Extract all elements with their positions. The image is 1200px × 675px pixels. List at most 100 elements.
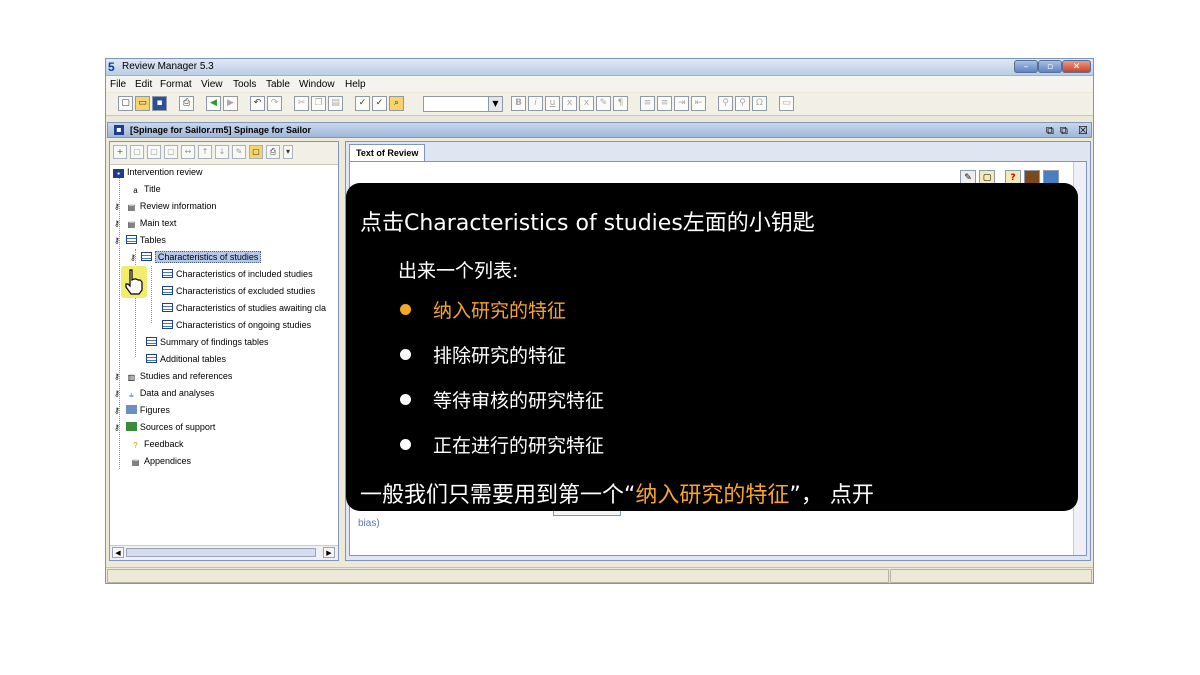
properties-icon[interactable]: ▢ xyxy=(147,145,161,159)
key-icon[interactable]: ⚷ xyxy=(130,253,136,262)
tree-item-additional-tables[interactable]: Additional tables xyxy=(146,353,226,365)
table-icon xyxy=(162,320,173,329)
tree-item-figures[interactable]: ⚷ Figures xyxy=(114,404,170,416)
key-icon[interactable]: ⚷ xyxy=(114,372,120,381)
document-icon: ▤ xyxy=(127,203,136,212)
forward-arrow-icon[interactable]: ▶ xyxy=(223,96,238,111)
document-title-bar: ▪ [Spinage for Sailor.rm5] Spinage for S… xyxy=(107,122,1092,138)
move-down-icon[interactable]: ↓ xyxy=(215,145,229,159)
table-icon xyxy=(162,303,173,312)
tree-item-sources-support[interactable]: ⚷ Sources of support xyxy=(114,421,215,433)
menu-file[interactable]: File xyxy=(110,79,126,90)
tree-item-appendices[interactable]: ▤ Appendices xyxy=(130,455,191,467)
window-title: Review Manager 5.3 xyxy=(122,61,214,72)
indent-icon[interactable]: ⇥ xyxy=(674,96,689,111)
tree-item-characteristics-of-studies[interactable]: ⚷ Characteristics of studies xyxy=(130,251,262,263)
italic-icon[interactable]: i xyxy=(528,96,543,111)
delete-section-icon[interactable]: ▢ xyxy=(130,145,144,159)
tree-item-data-analyses[interactable]: ⚷ ⫨ Data and analyses xyxy=(114,387,214,399)
add-section-icon[interactable]: + xyxy=(113,145,127,159)
print-icon[interactable]: ⎙ xyxy=(179,96,194,111)
tree-item-title[interactable]: a Title xyxy=(130,183,160,195)
horizontal-scrollbar[interactable]: ◀ ▶ xyxy=(110,545,338,560)
omega-icon[interactable]: Ω xyxy=(752,96,767,111)
float-icon[interactable]: ⧉ xyxy=(1060,124,1068,138)
menu-window[interactable]: Window xyxy=(299,79,335,90)
open-folder-icon[interactable]: ▭ xyxy=(135,96,150,111)
tree-item-tables[interactable]: ⚷ Tables xyxy=(114,234,166,246)
scroll-left-icon[interactable]: ◀ xyxy=(112,547,124,558)
bullet-icon xyxy=(400,349,411,360)
redo-icon[interactable]: ↷ xyxy=(267,96,282,111)
status-segment-main xyxy=(107,569,889,583)
tree-item-summary-findings[interactable]: Summary of findings tables xyxy=(146,336,269,348)
back-arrow-icon[interactable]: ◀ xyxy=(206,96,221,111)
undo-icon[interactable]: ↶ xyxy=(250,96,265,111)
pencil-icon[interactable]: ✎ xyxy=(232,145,246,159)
doc-close-icon[interactable]: ☒ xyxy=(1078,124,1088,137)
tree-item-studies-references[interactable]: ⚷ ▥ Studies and references xyxy=(114,370,232,382)
scroll-thumb[interactable] xyxy=(126,548,316,557)
print-outline-icon[interactable]: ⎙ xyxy=(266,145,280,159)
menu-view[interactable]: View xyxy=(201,79,223,90)
bullet-icon xyxy=(400,394,411,405)
style-combo[interactable]: ▼ xyxy=(423,96,503,112)
spellcheck-all-icon[interactable]: ✓ xyxy=(372,96,387,111)
rename-icon[interactable]: ↔ xyxy=(181,145,195,159)
bold-icon[interactable]: B xyxy=(511,96,526,111)
tree-item-included-studies[interactable]: Characteristics of included studies xyxy=(162,268,313,280)
key-icon[interactable]: ⚷ xyxy=(114,236,120,245)
menu-bar: File Edit Format View Tools Table Window… xyxy=(106,76,1093,92)
key-icon[interactable]: ⚷ xyxy=(114,219,120,228)
save-icon[interactable]: ▪ xyxy=(152,96,167,111)
chevron-down-icon[interactable]: ▼ xyxy=(488,97,502,111)
spellcheck-icon[interactable]: ✓ xyxy=(355,96,370,111)
panel-icon[interactable]: ▭ xyxy=(779,96,794,111)
menu-table[interactable]: Table xyxy=(266,79,290,90)
tree-item-ongoing-studies[interactable]: Characteristics of ongoing studies xyxy=(162,319,311,331)
underline-icon[interactable]: u xyxy=(545,96,560,111)
tree-item-review-information[interactable]: ⚷ ▤ Review information xyxy=(114,200,216,212)
move-up-icon[interactable]: ↑ xyxy=(198,145,212,159)
numbered-list-icon[interactable]: ≡ xyxy=(657,96,672,111)
tree-item-main-text[interactable]: ⚷ ▤ Main text xyxy=(114,217,176,229)
tree-item-root[interactable]: ▪ Intervention review xyxy=(113,166,203,178)
paste-icon[interactable]: ▤ xyxy=(328,96,343,111)
find-icon[interactable]: ⌕ xyxy=(389,96,404,111)
key-icon[interactable]: ⚷ xyxy=(114,202,120,211)
chevron-down-icon[interactable]: ▾ xyxy=(283,145,293,159)
scroll-right-icon[interactable]: ▶ xyxy=(323,547,335,558)
special-format-icon[interactable]: ¶ xyxy=(613,96,628,111)
new-file-icon[interactable]: ▢ xyxy=(118,96,133,111)
tree-item-awaiting-studies[interactable]: Characteristics of studies awaiting cla xyxy=(162,302,326,314)
copy-icon[interactable]: ❐ xyxy=(311,96,326,111)
outdent-icon[interactable]: ⇤ xyxy=(691,96,706,111)
cut-icon[interactable]: ✂ xyxy=(294,96,309,111)
close-button[interactable]: ✕ xyxy=(1062,60,1091,73)
menu-tools[interactable]: Tools xyxy=(233,79,256,90)
bulleted-list-icon[interactable]: ≡ xyxy=(640,96,655,111)
key-icon[interactable]: ⚷ xyxy=(114,423,120,432)
feedback-icon: ? xyxy=(133,441,138,450)
outline-toolbar: + ▢ ▢ ▢ ↔ ↑ ↓ ✎ ▢ ⎙ ▾ xyxy=(110,142,338,165)
superscript-icon[interactable]: x xyxy=(562,96,577,111)
tree-item-excluded-studies[interactable]: Characteristics of excluded studies xyxy=(162,285,315,297)
tab-text-of-review[interactable]: Text of Review xyxy=(349,144,426,161)
restore-icon[interactable]: ⧉ xyxy=(1046,124,1054,138)
note-icon[interactable]: ▢ xyxy=(249,145,263,159)
edit-icon[interactable]: ▢ xyxy=(164,145,178,159)
subscript-icon[interactable]: x xyxy=(579,96,594,111)
highlight-icon[interactable]: ✎ xyxy=(596,96,611,111)
menu-help[interactable]: Help xyxy=(345,79,366,90)
minimize-button[interactable]: – xyxy=(1014,60,1038,73)
menu-format[interactable]: Format xyxy=(160,79,192,90)
maximize-button[interactable]: ▫ xyxy=(1038,60,1062,73)
tree-item-feedback[interactable]: ? Feedback xyxy=(130,438,183,450)
overlay-subtitle: 出来一个列表: xyxy=(398,260,519,282)
key-icon[interactable]: ⚷ xyxy=(114,389,120,398)
title-bar[interactable]: 5 Review Manager 5.3 – ▫ ✕ xyxy=(106,59,1093,76)
unlink-icon[interactable]: ⚲ xyxy=(735,96,750,111)
menu-edit[interactable]: Edit xyxy=(135,79,152,90)
key-icon[interactable]: ⚷ xyxy=(114,406,120,415)
link-icon[interactable]: ⚲ xyxy=(718,96,733,111)
